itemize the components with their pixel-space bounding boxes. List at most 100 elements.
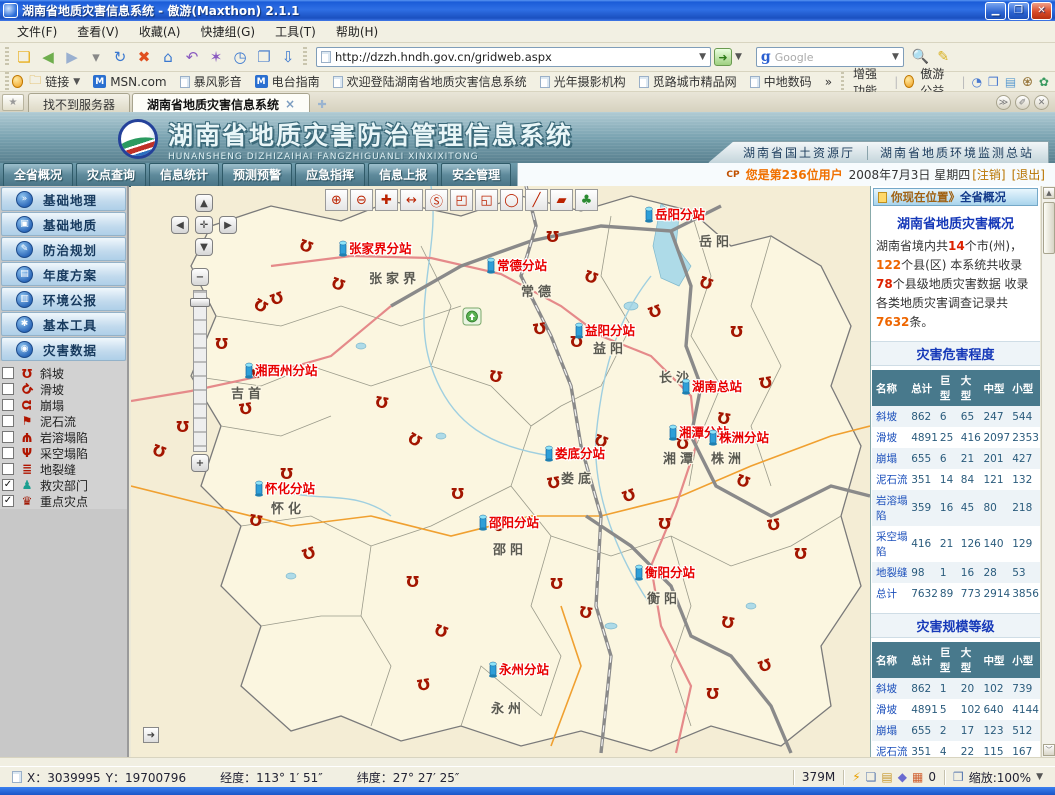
scroll-down-button[interactable]: ﹀ <box>1043 744 1055 756</box>
pan-down-button[interactable]: ▼ <box>195 238 213 256</box>
tab-0[interactable]: 找不到服务器 <box>28 93 130 112</box>
nav-tab-应急指挥[interactable]: 应急指挥 <box>295 163 365 187</box>
row-label[interactable]: 地裂缝 <box>872 562 910 583</box>
layer-checkbox[interactable] <box>2 383 14 395</box>
nav-tab-预测预警[interactable]: 预测预警 <box>222 163 292 187</box>
zoom-slider-track[interactable] <box>193 290 207 452</box>
sidebar-module-4[interactable]: ▥环境公报 <box>1 287 126 311</box>
station-label[interactable]: 娄底分站 <box>555 446 606 461</box>
sidebar-module-5[interactable]: ✱基本工具 <box>1 312 126 336</box>
station-label[interactable]: 邵阳分站 <box>488 515 540 530</box>
skin-icon[interactable]: ◔ <box>972 75 982 89</box>
station-marker[interactable]: 张家界分站 <box>339 241 412 257</box>
menu-item-5[interactable]: 帮助(H) <box>327 20 387 43</box>
station-label[interactable]: 衡阳分站 <box>645 565 696 580</box>
station-marker[interactable]: 永州分站 <box>489 662 550 678</box>
banner-link-1[interactable]: 湖南省地质环境监测总站 <box>880 144 1034 161</box>
station-marker[interactable]: 邵阳分站 <box>479 515 540 531</box>
refresh-button[interactable]: ↻ <box>108 45 132 69</box>
disaster-symbol[interactable]: Ω <box>658 514 671 532</box>
filter-button[interactable]: ✶ <box>204 45 228 69</box>
tab-close-button[interactable]: ✕ <box>1034 95 1049 110</box>
scale-tool[interactable]: Ⓢ <box>425 189 448 211</box>
row-label[interactable]: 泥石流 <box>872 741 910 757</box>
station-label[interactable]: 湘西州分站 <box>255 363 318 378</box>
new-tab-button[interactable]: ✚ <box>312 96 332 112</box>
layer-checkbox[interactable] <box>2 367 14 379</box>
pan-left-button[interactable]: ◀ <box>171 216 189 234</box>
trash-icon[interactable]: ♼ <box>1022 75 1033 89</box>
link-item-4[interactable]: 光年摄影机构 <box>540 73 626 90</box>
tab-list-button[interactable]: ≫ <box>996 95 1011 110</box>
notes-icon[interactable]: ▤ <box>1005 75 1016 89</box>
nav-tab-信息上报[interactable]: 信息上报 <box>368 163 438 187</box>
disaster-symbol[interactable]: Ω <box>546 227 559 245</box>
disaster-symbol[interactable]: Ω <box>215 334 228 352</box>
station-marker[interactable]: 湖南总站 <box>682 379 743 395</box>
link-item-1[interactable]: 暴风影音 <box>180 73 242 90</box>
station-label[interactable]: 常德分站 <box>497 258 548 273</box>
sidebar-module-3[interactable]: ▤年度方案 <box>1 262 126 286</box>
disaster-symbol[interactable]: Ω <box>176 417 189 435</box>
sidebar-module-1[interactable]: ▣基础地质 <box>1 212 126 236</box>
row-label[interactable]: 岩溶塌陷 <box>872 490 910 526</box>
zoom-slider-thumb[interactable] <box>190 298 210 307</box>
disaster-symbol[interactable]: Ω <box>280 464 293 482</box>
history-button[interactable]: ◷ <box>228 45 252 69</box>
station-label[interactable]: 张家界分站 <box>349 241 412 256</box>
map-overlay-button[interactable] <box>463 308 481 325</box>
station-label[interactable]: 岳阳分站 <box>655 207 706 222</box>
link-item-6[interactable]: 中地数码 <box>750 73 812 90</box>
menu-item-1[interactable]: 查看(V) <box>68 20 128 43</box>
station-marker[interactable]: 怀化分站 <box>255 481 316 497</box>
disaster-symbol[interactable]: Ω <box>451 484 464 502</box>
station-marker[interactable]: 岳阳分站 <box>645 207 706 223</box>
new-page-button[interactable]: ❏ <box>12 45 36 69</box>
pan-center-button[interactable]: ✛ <box>195 216 213 234</box>
search-input[interactable]: Google <box>775 51 888 64</box>
pan-up-button[interactable]: ▲ <box>195 194 213 212</box>
tab-1[interactable]: 湖南省地质灾害信息系统× <box>132 93 310 112</box>
station-marker[interactable]: 株洲分站 <box>709 430 770 446</box>
disaster-symbol[interactable]: Ω <box>706 684 719 702</box>
station-label[interactable]: 株洲分站 <box>719 430 770 445</box>
minimize-button[interactable]: ▁ <box>985 2 1006 20</box>
layer-tree-tool[interactable]: ♣ <box>575 189 598 211</box>
disaster-symbol[interactable]: Ω <box>406 572 419 590</box>
station-label[interactable]: 怀化分站 <box>265 481 316 496</box>
row-label[interactable]: 斜坡 <box>872 678 910 699</box>
address-dropdown-icon[interactable]: ▼ <box>699 52 706 62</box>
eraser-tool[interactable]: ▰ <box>550 189 573 211</box>
window-icon[interactable]: ❒ <box>988 75 999 89</box>
security-shield-icon[interactable] <box>12 75 24 88</box>
station-label[interactable]: 永州分站 <box>498 662 550 677</box>
select-circle-tool[interactable]: ◯ <box>500 189 523 211</box>
menu-item-4[interactable]: 工具(T) <box>266 20 325 43</box>
zoom-rect-tool[interactable]: ◰ <box>450 189 473 211</box>
blocked-count-icon[interactable]: ▦ <box>912 770 923 784</box>
link-item-5[interactable]: 觅路城市精品网 <box>639 73 737 90</box>
zoom-in-tool[interactable]: ⊕ <box>325 189 348 211</box>
address-bar[interactable]: http://dzzh.hndh.gov.cn/gridweb.aspx ▼ <box>316 47 711 67</box>
link-item-2[interactable]: M电台指南 <box>255 73 320 90</box>
links-overflow-icon[interactable]: » <box>825 75 832 89</box>
search-icon[interactable]: 🔍 <box>912 49 929 65</box>
row-label[interactable]: 斜坡 <box>872 406 910 427</box>
panel-scrollbar[interactable]: ▲ ﹀ <box>1041 186 1055 757</box>
window-list-icon[interactable]: ❏ <box>866 770 877 784</box>
favorites-star-button[interactable]: ★ <box>2 94 24 111</box>
toolbar-grip2[interactable] <box>303 47 307 67</box>
row-label[interactable]: 滑坡 <box>872 699 910 720</box>
toolbar-grip[interactable] <box>5 47 9 67</box>
row-label[interactable]: 滑坡 <box>872 427 910 448</box>
zoom-out-step-button[interactable]: − <box>191 268 209 286</box>
folder-icon[interactable]: ▤ <box>881 770 892 784</box>
search-engine-dropdown-icon[interactable]: ▼ <box>892 52 899 62</box>
layer-checkbox[interactable] <box>2 431 14 443</box>
forward-button[interactable]: ▶ <box>60 45 84 69</box>
proxy-icon[interactable]: ◆ <box>898 770 907 784</box>
zoom-dropdown-icon[interactable]: ▼ <box>1036 772 1043 782</box>
link-item-3[interactable]: 欢迎登陆湖南省地质灾害信息系统 <box>333 73 527 90</box>
map-area[interactable]: ΩΩΩΩΩΩΩΩΩΩΩΩΩΩΩΩΩΩΩΩΩΩΩΩΩΩΩΩΩΩΩΩΩΩΩΩΩΩΩΩ… <box>131 186 870 757</box>
back-button[interactable]: ◀ <box>36 45 60 69</box>
